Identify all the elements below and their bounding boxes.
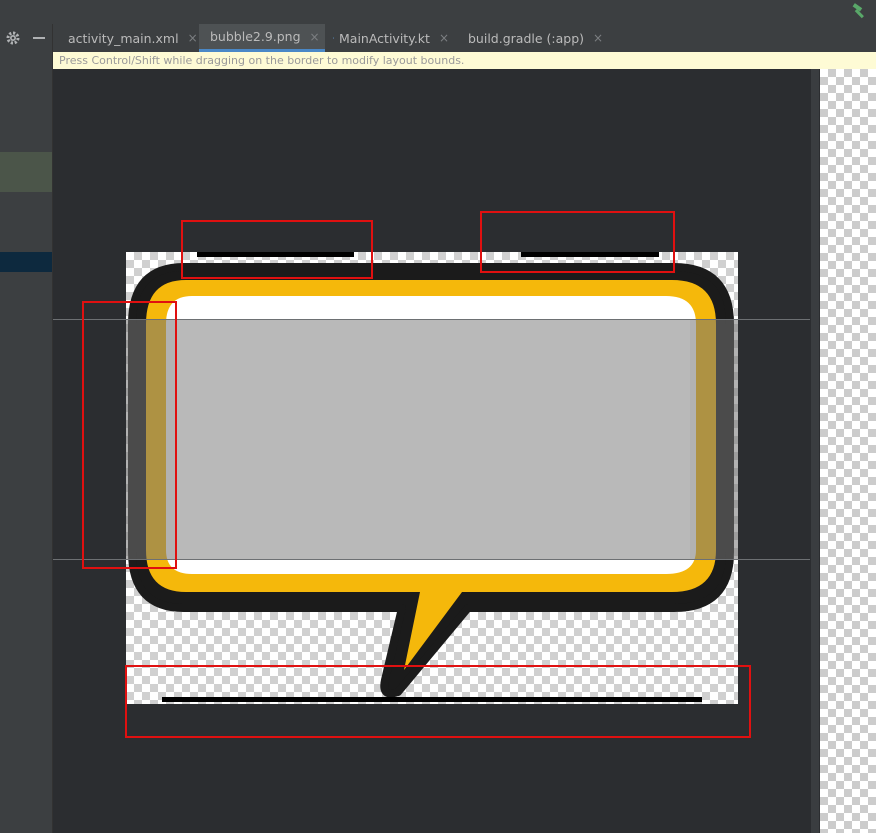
tab-label: MainActivity.kt bbox=[339, 30, 430, 46]
close-icon[interactable]: × bbox=[188, 31, 198, 45]
gear-icon[interactable] bbox=[5, 30, 21, 46]
hint-banner: Press Control/Shift while dragging on th… bbox=[53, 52, 876, 69]
content-padding-region bbox=[177, 320, 690, 559]
editor-scrollbar[interactable] bbox=[811, 69, 819, 833]
close-icon[interactable]: × bbox=[310, 30, 320, 44]
tab-activity-main[interactable]: </> activity_main.xml × bbox=[57, 24, 199, 52]
project-tool-window bbox=[0, 24, 53, 833]
annotation-box-left bbox=[82, 301, 177, 569]
annotation-box-top-right bbox=[480, 211, 675, 273]
title-bar bbox=[0, 0, 876, 24]
tab-label: build.gradle (:app) bbox=[468, 30, 585, 46]
editor-tab-bar: </> activity_main.xml × bubble2.9.png × … bbox=[53, 24, 876, 52]
close-icon[interactable]: × bbox=[439, 31, 449, 45]
kotlin-class-icon bbox=[333, 37, 335, 39]
minimize-icon[interactable] bbox=[33, 37, 45, 39]
nine-patch-preview-pane bbox=[820, 69, 876, 833]
annotation-box-bottom bbox=[125, 665, 751, 738]
tab-build-gradle[interactable]: build.gradle (:app) × bbox=[457, 24, 605, 52]
tree-selection-highlight[interactable] bbox=[0, 152, 52, 192]
tab-label: bubble2.9.png bbox=[210, 29, 301, 44]
tab-main-activity[interactable]: MainActivity.kt × bbox=[327, 24, 455, 52]
annotation-box-top-left bbox=[181, 220, 373, 279]
close-icon[interactable]: × bbox=[593, 31, 603, 45]
tab-label: activity_main.xml bbox=[68, 30, 179, 46]
hammer-icon[interactable] bbox=[850, 2, 868, 20]
tool-window-controls bbox=[0, 24, 52, 52]
tab-bubble-png[interactable]: bubble2.9.png × bbox=[199, 24, 325, 52]
tree-focus-highlight[interactable] bbox=[0, 252, 52, 272]
